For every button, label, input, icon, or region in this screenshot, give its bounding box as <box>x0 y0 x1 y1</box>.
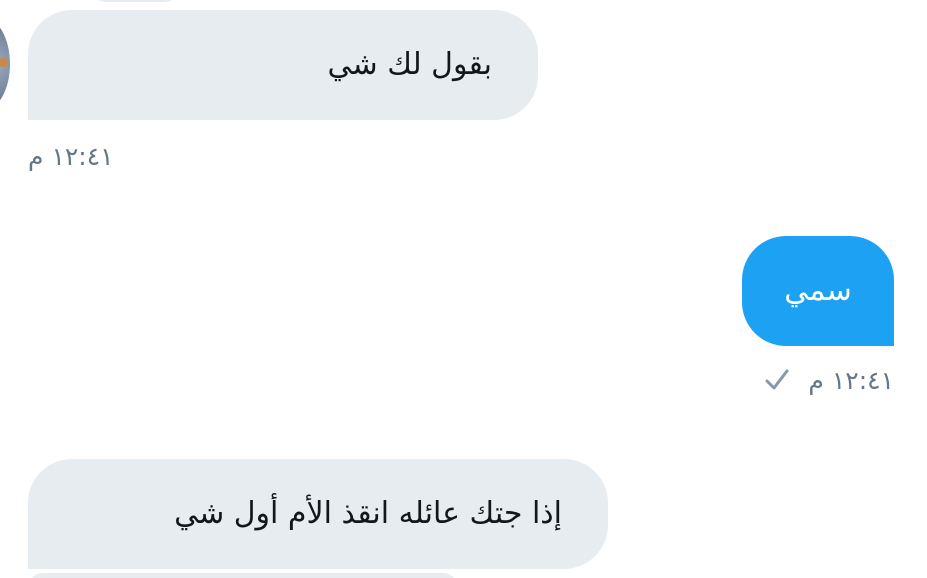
sent-message-bubble[interactable]: سمي <box>742 236 894 346</box>
next-message-bubble-partial[interactable] <box>28 573 458 578</box>
received-message-bubble[interactable]: إذا جتك عائله انقذ الأم أول شي <box>28 459 608 569</box>
message-text: إذا جتك عائله انقذ الأم أول شي <box>174 496 562 531</box>
message-text: بقول لك شي <box>327 47 492 82</box>
checkmark-icon <box>765 369 789 390</box>
avatar-image-detail <box>0 58 7 67</box>
dm-conversation: بقول لك شي ١٢:٤١ م سمي ١٢:٤١ م إذا جتك ع… <box>0 0 927 578</box>
message-timestamp: ١٢:٤١ م <box>28 142 114 171</box>
received-message-bubble[interactable]: بقول لك شي <box>28 10 538 120</box>
previous-message-bubble-partial[interactable] <box>90 0 180 2</box>
sent-message-meta: ١٢:٤١ م <box>764 367 894 393</box>
sender-avatar[interactable] <box>0 18 10 110</box>
message-timestamp: ١٢:٤١ م <box>808 365 894 395</box>
message-text: سمي <box>784 273 852 308</box>
